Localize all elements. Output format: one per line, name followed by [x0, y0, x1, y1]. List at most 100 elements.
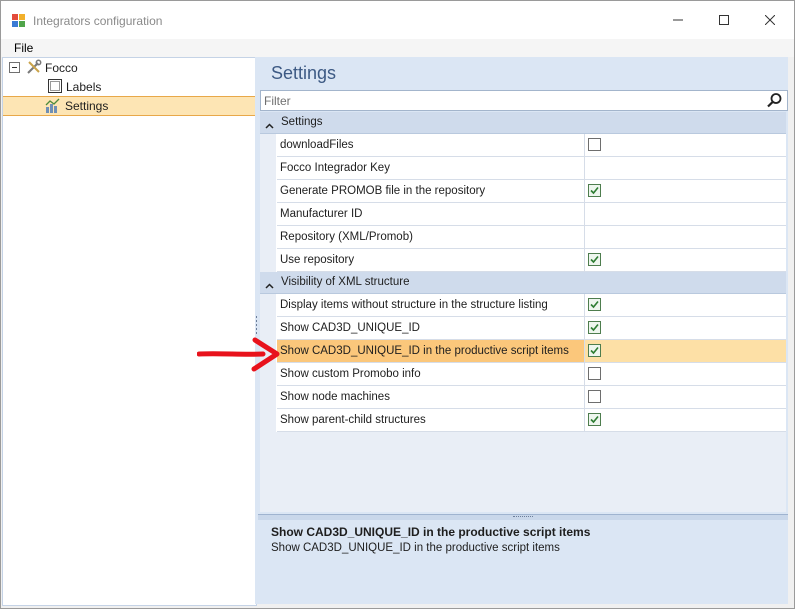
property-row[interactable]: Focco Integrador Key: [260, 157, 786, 180]
help-description: Show CAD3D_UNIQUE_ID in the productive s…: [271, 542, 560, 554]
menu-file[interactable]: File: [14, 41, 33, 55]
annotation-arrow-icon: [197, 337, 280, 372]
tools-icon: [26, 59, 42, 78]
property-value[interactable]: [585, 134, 786, 157]
property-name: Show node machines: [277, 386, 585, 409]
row-margin: [260, 409, 276, 432]
property-value[interactable]: [585, 363, 786, 386]
row-margin: [260, 294, 276, 317]
minimize-icon: [673, 15, 683, 25]
checkbox-display-items[interactable]: [588, 298, 601, 311]
checkmark-icon: [590, 415, 599, 424]
property-row[interactable]: Display items without structure in the s…: [260, 294, 786, 317]
minimize-button[interactable]: [655, 1, 701, 39]
chevron-up-icon[interactable]: [265, 278, 274, 292]
checkbox-generate-promob[interactable]: [588, 184, 601, 197]
app-window: Integrators configuration File Focco Lab…: [0, 0, 795, 609]
tree-label-settings: Settings: [65, 99, 109, 113]
property-name: Manufacturer ID: [277, 203, 585, 226]
property-value[interactable]: [585, 340, 786, 363]
property-row[interactable]: Show CAD3D_UNIQUE_ID: [260, 317, 786, 340]
property-name: Show CAD3D_UNIQUE_ID: [277, 317, 585, 340]
labels-icon: [47, 78, 63, 97]
property-value[interactable]: [585, 180, 786, 203]
splitter-grip: [256, 316, 257, 318]
property-grid: Settings downloadFiles Focco Integrador …: [260, 112, 786, 512]
filter-input[interactable]: Filter: [260, 90, 788, 111]
property-name: downloadFiles: [277, 134, 585, 157]
checkbox-show-node-machines[interactable]: [588, 390, 601, 403]
checkbox-show-parent-child[interactable]: [588, 413, 601, 426]
property-value[interactable]: [585, 409, 786, 432]
row-margin: [260, 134, 276, 157]
property-value[interactable]: [585, 386, 786, 409]
row-margin: [260, 203, 276, 226]
property-value[interactable]: [585, 317, 786, 340]
menu-bar: File: [1, 39, 794, 57]
checkmark-icon: [590, 186, 599, 195]
property-row-selected[interactable]: Show CAD3D_UNIQUE_ID in the productive s…: [260, 340, 786, 363]
checkmark-icon: [590, 300, 599, 309]
tree-node-settings[interactable]: Settings: [3, 96, 256, 116]
search-icon[interactable]: [766, 92, 783, 109]
checkmark-icon: [590, 323, 599, 332]
splitter-grip: [256, 320, 257, 322]
property-name: Show custom Promobo info: [277, 363, 585, 386]
splitter-grip: [513, 516, 533, 518]
property-value-field[interactable]: [585, 226, 786, 249]
close-icon: [765, 15, 775, 25]
checkmark-icon: [590, 255, 599, 264]
checkbox-show-cad3d-id[interactable]: [588, 321, 601, 334]
maximize-button[interactable]: [701, 1, 747, 39]
row-margin: [260, 386, 276, 409]
checkbox-use-repository[interactable]: [588, 253, 601, 266]
property-name: Show parent-child structures: [277, 409, 585, 432]
splitter-grip: [256, 328, 257, 330]
collapse-icon[interactable]: [9, 62, 20, 73]
property-value-field[interactable]: [585, 157, 786, 180]
property-name: Show CAD3D_UNIQUE_ID in the productive s…: [277, 340, 585, 363]
splitter-grip: [256, 324, 257, 326]
property-value[interactable]: [585, 294, 786, 317]
property-name: Display items without structure in the s…: [277, 294, 585, 317]
checkbox-show-cad3d-productive[interactable]: [588, 344, 601, 357]
property-row[interactable]: Show node machines: [260, 386, 786, 409]
row-margin: [260, 226, 276, 249]
property-row[interactable]: Generate PROMOB file in the repository: [260, 180, 786, 203]
property-row[interactable]: downloadFiles: [260, 134, 786, 157]
navigation-tree: Focco Labels Settings: [2, 57, 257, 606]
checkbox-show-custom-promobo[interactable]: [588, 367, 601, 380]
checkbox-download-files[interactable]: [588, 138, 601, 151]
property-row[interactable]: Repository (XML/Promob): [260, 226, 786, 249]
page-title: Settings: [271, 63, 337, 83]
property-name: Focco Integrador Key: [277, 157, 585, 180]
tree-node-focco[interactable]: Focco: [3, 58, 256, 76]
chevron-up-icon[interactable]: [265, 118, 274, 132]
property-name: Generate PROMOB file in the repository: [277, 180, 585, 203]
property-value-field[interactable]: [585, 203, 786, 226]
maximize-icon: [719, 15, 729, 25]
property-row[interactable]: Show custom Promobo info: [260, 363, 786, 386]
help-title: Show CAD3D_UNIQUE_ID in the productive s…: [271, 525, 591, 539]
category-label: Settings: [281, 116, 323, 128]
filter-placeholder: Filter: [264, 94, 291, 108]
settings-chart-icon: [45, 98, 61, 117]
property-value[interactable]: [585, 249, 786, 272]
property-row[interactable]: Manufacturer ID: [260, 203, 786, 226]
close-button[interactable]: [747, 1, 793, 39]
title-bar[interactable]: Integrators configuration: [1, 1, 794, 39]
row-margin: [260, 249, 276, 272]
property-name: Use repository: [277, 249, 585, 272]
category-visibility-xml[interactable]: Visibility of XML structure: [260, 272, 786, 294]
property-row[interactable]: Show parent-child structures: [260, 409, 786, 432]
splitter-grip: [256, 332, 257, 334]
window-title: Integrators configuration: [33, 14, 163, 28]
category-settings[interactable]: Settings: [260, 112, 786, 134]
row-margin: [260, 157, 276, 180]
tree-label-labels: Labels: [66, 80, 102, 94]
tree-node-labels[interactable]: Labels: [3, 77, 256, 95]
settings-panel: Settings Filter Settings downloadFiles F…: [258, 57, 788, 604]
checkmark-icon: [590, 346, 599, 355]
row-margin: [260, 180, 276, 203]
property-row[interactable]: Use repository: [260, 249, 786, 272]
